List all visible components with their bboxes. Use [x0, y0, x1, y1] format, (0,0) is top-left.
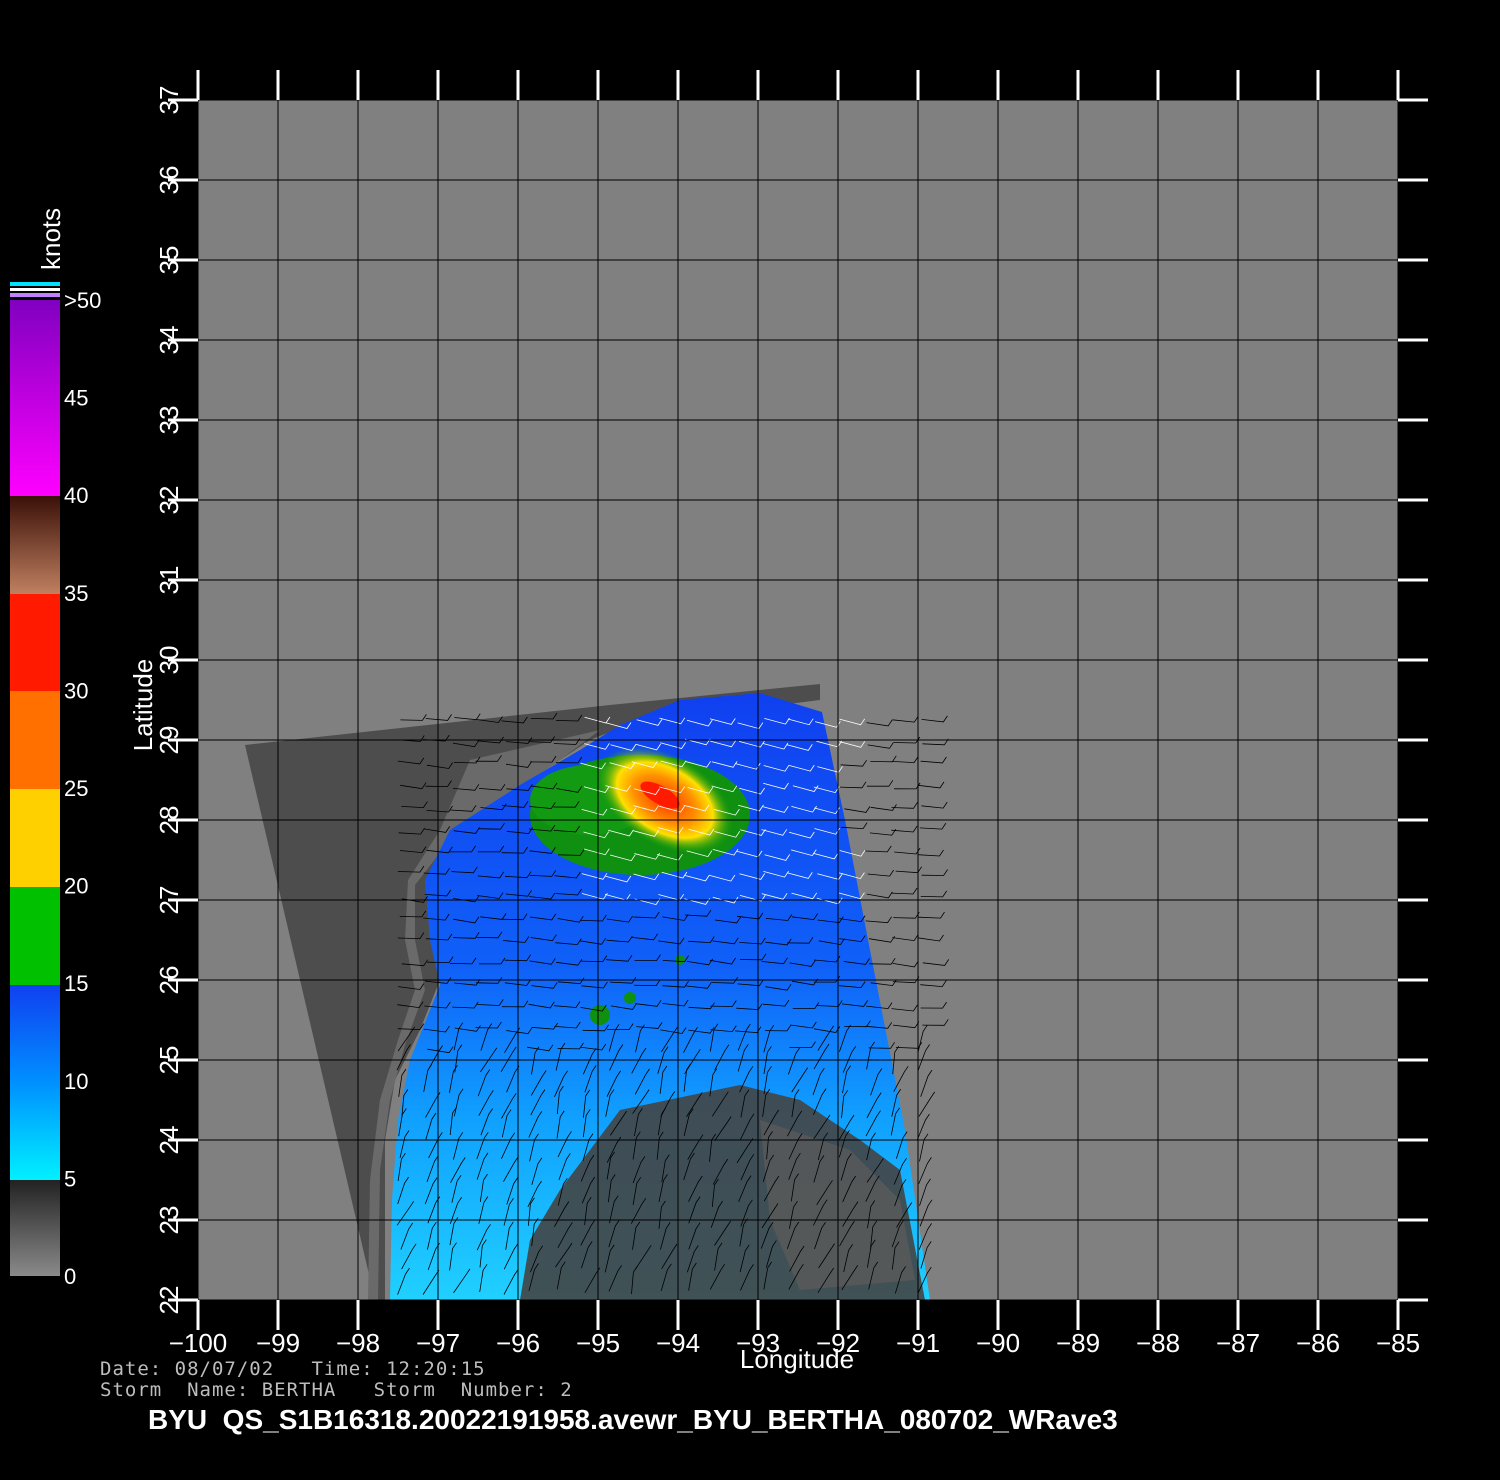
- lon-tick-label: −97: [416, 1328, 460, 1358]
- lat-tick-label: 30: [154, 646, 184, 675]
- colorbar-top-stripe: [10, 288, 60, 291]
- lon-tick-label: −87: [1216, 1328, 1260, 1358]
- lat-tick-label: 31: [154, 566, 184, 595]
- lat-tick-label: 24: [154, 1126, 184, 1155]
- colorbar-label: 35: [64, 581, 88, 606]
- product-title: BYU QS_S1B16318.20022191958.avewr_BYU_BE…: [148, 1404, 1118, 1435]
- lon-tick-label: −88: [1136, 1328, 1180, 1358]
- lon-tick-label: −89: [1056, 1328, 1100, 1358]
- colorbar-label: 15: [64, 971, 88, 996]
- lon-tick-label: −91: [896, 1328, 940, 1358]
- colorbar-label: 5: [64, 1166, 76, 1191]
- latitude-tick-labels: 22 23 24 25 26 27 28 29 30 31 32 33 34 35 36 37: [154, 86, 184, 1315]
- wind-speck: [624, 992, 636, 1004]
- lon-tick-label: −90: [976, 1328, 1020, 1358]
- colorbar-5-15: [10, 985, 60, 1180]
- wind-map-figure: −100 −99 −98 −97 −96 −95 −94 −93 −92 −91 −90 −89 −88…: [10, 70, 1428, 1374]
- colorbar-label: 20: [64, 874, 88, 899]
- storm-info-caption: Storm Name: BERTHA Storm Number: 2: [100, 1379, 573, 1401]
- lat-tick-label: 34: [154, 326, 184, 355]
- colorbar-15-20: [10, 887, 60, 985]
- colorbar-35-40: [10, 496, 60, 594]
- lat-tick-label: 36: [154, 166, 184, 195]
- colorbar-label: 40: [64, 483, 88, 508]
- colorbar-label: >50: [64, 288, 101, 313]
- colorbar-30-35: [10, 594, 60, 691]
- lon-tick-label: −96: [496, 1328, 540, 1358]
- lat-tick-label: 33: [154, 406, 184, 435]
- colorbar-top-stripe: [10, 282, 60, 286]
- colorbar-20-25: [10, 789, 60, 887]
- colorbar-calm: [10, 1180, 60, 1276]
- lon-tick-label: −86: [1296, 1328, 1340, 1358]
- lat-tick-label: 23: [154, 1206, 184, 1235]
- lon-tick-label: −94: [656, 1328, 700, 1358]
- lat-tick-label: 35: [154, 246, 184, 275]
- lon-tick-label: −95: [576, 1328, 620, 1358]
- colorbar-label: 30: [64, 678, 88, 703]
- lon-tick-label: −98: [336, 1328, 380, 1358]
- wind-speck: [675, 955, 685, 965]
- lat-tick-label: 28: [154, 806, 184, 835]
- colorbar-top-stripe: [10, 293, 60, 297]
- colorbar-unit: knots: [36, 208, 66, 270]
- lon-tick-label: −100: [169, 1328, 228, 1358]
- colorbar-40-50: [10, 300, 60, 496]
- wind-speck: [590, 1005, 610, 1025]
- colorbar-label: 0: [64, 1264, 76, 1289]
- lat-tick-label: 32: [154, 486, 184, 515]
- colorbar-labels: 0 5 10 15 20 25 30 35 40 45 >50: [64, 288, 101, 1289]
- lat-tick-label: 25: [154, 1046, 184, 1075]
- date-time-caption: Date: 08/07/02 Time: 12:20:15: [100, 1358, 486, 1380]
- colorbar-25-30: [10, 691, 60, 789]
- lat-tick-label: 37: [154, 86, 184, 115]
- colorbar-label: 10: [64, 1069, 88, 1094]
- lat-tick-label: 29: [154, 726, 184, 755]
- y-axis-title: Latitude: [128, 659, 158, 752]
- lon-tick-label: −85: [1376, 1328, 1420, 1358]
- wind-speed-colorbar: knots 0 5 10 15 20 25 30 35 40 45 >50: [10, 208, 101, 1289]
- lat-tick-label: 22: [154, 1286, 184, 1315]
- colorbar-label: 45: [64, 386, 88, 411]
- x-axis-title: Longitude: [740, 1344, 854, 1374]
- lon-tick-label: −99: [256, 1328, 300, 1358]
- lat-tick-label: 27: [154, 886, 184, 915]
- lat-tick-label: 26: [154, 966, 184, 995]
- colorbar-label: 25: [64, 776, 88, 801]
